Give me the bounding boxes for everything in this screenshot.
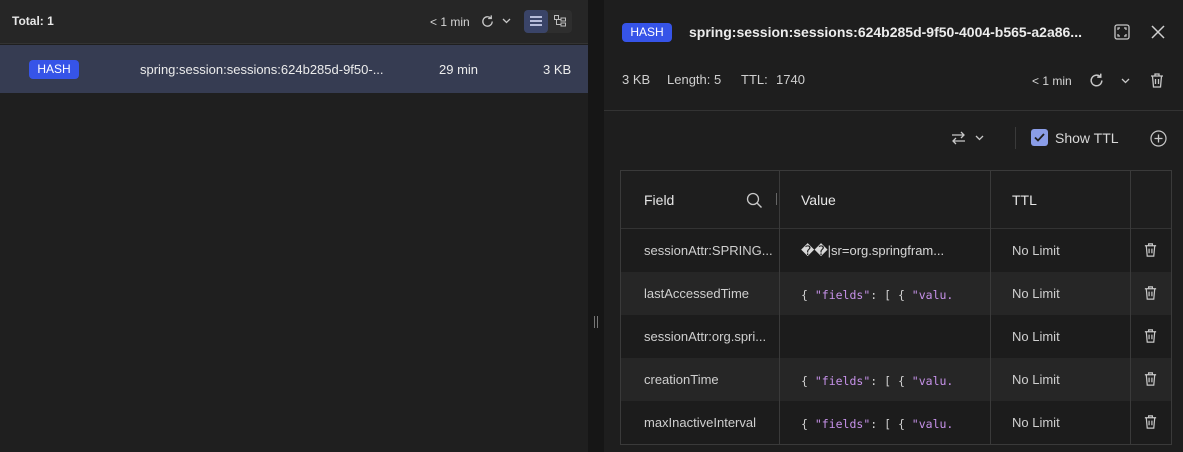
value-cell: { "fields": [ { "valu... — [801, 417, 951, 431]
format-chevron-down-icon[interactable] — [973, 134, 985, 142]
key-list-header: Total: 1 < 1 min — [0, 0, 588, 44]
tree-view-button[interactable] — [548, 10, 572, 33]
details-refresh-icon[interactable] — [1086, 70, 1106, 90]
view-mode-toggle — [524, 10, 572, 33]
details-size: 3 KB — [622, 72, 651, 87]
check-icon — [1034, 133, 1045, 142]
table-header: Field Value TTL — [621, 171, 1171, 229]
details-last-refresh-time: < 1 min — [1032, 74, 1072, 88]
fullscreen-icon[interactable] — [1113, 23, 1131, 41]
value-cell: { "fields": [ { "valu... — [801, 374, 951, 388]
ttl-cell: No Limit — [1012, 329, 1060, 344]
field-name-cell: maxInactiveInterval — [644, 415, 756, 430]
table-row[interactable]: maxInactiveInterval { "fields": [ { "val… — [621, 401, 1171, 444]
table-row[interactable]: sessionAttr:SPRING... ��|sr=org.springfr… — [621, 229, 1171, 272]
details-ttl-label: TTL: — [741, 72, 768, 87]
total-count: Total: 1 — [12, 14, 54, 28]
table-row[interactable]: lastAccessedTime { "fields": [ { "valu..… — [621, 272, 1171, 315]
details-chevron-down-icon[interactable] — [1119, 76, 1131, 86]
key-list-panel: Total: 1 < 1 min HASH spring:session:ses… — [0, 0, 588, 452]
panel-resize-handle[interactable] — [588, 0, 604, 452]
ttl-cell: No Limit — [1012, 286, 1060, 301]
key-type-badge: HASH — [29, 60, 79, 79]
delete-key-icon[interactable] — [1148, 70, 1166, 90]
delete-field-icon[interactable] — [1141, 241, 1159, 259]
list-view-button[interactable] — [524, 10, 548, 33]
value-cell: ��|sr=org.springfram... — [801, 243, 945, 258]
key-name: spring:session:sessions:624b285d-9f50-..… — [140, 62, 384, 77]
field-name-cell: creationTime — [644, 372, 719, 387]
field-name-cell: sessionAttr:org.spri... — [644, 329, 767, 344]
format-swap-icon[interactable] — [948, 128, 968, 148]
details-key-name[interactable]: spring:session:sessions:624b285d-9f50-40… — [689, 24, 1094, 40]
key-list-row[interactable]: HASH spring:session:sessions:624b285d-9f… — [0, 45, 588, 93]
table-row[interactable]: creationTime { "fields": [ { "valu... No… — [621, 358, 1171, 401]
field-name-cell: lastAccessedTime — [644, 286, 749, 301]
delete-field-icon[interactable] — [1141, 284, 1159, 302]
delete-field-icon[interactable] — [1141, 327, 1159, 345]
tree-icon — [554, 15, 566, 27]
toolbar-separator — [1015, 127, 1016, 149]
show-ttl-label[interactable]: Show TTL — [1055, 130, 1119, 146]
column-header-ttl: TTL — [1012, 192, 1037, 208]
chevron-down-icon[interactable] — [500, 14, 512, 28]
column-divider — [990, 171, 991, 444]
add-field-icon[interactable] — [1148, 128, 1168, 148]
delete-field-icon[interactable] — [1141, 370, 1159, 388]
column-header-field: Field — [644, 192, 675, 208]
refresh-icon[interactable] — [478, 12, 496, 30]
drag-grip-icon[interactable] — [594, 316, 598, 328]
field-name-cell: sessionAttr:SPRING... — [644, 243, 773, 258]
last-refresh-time: < 1 min — [430, 15, 470, 29]
close-icon[interactable] — [1149, 23, 1167, 41]
ttl-cell: No Limit — [1012, 372, 1060, 387]
details-type-badge: HASH — [622, 23, 672, 42]
divider — [604, 110, 1183, 111]
key-size: 3 KB — [543, 62, 572, 77]
key-ttl: 29 min — [439, 62, 479, 77]
details-ttl-value[interactable]: 1740 — [776, 72, 805, 87]
column-divider — [779, 171, 780, 444]
list-icon — [530, 16, 542, 26]
delete-field-icon[interactable] — [1141, 413, 1159, 431]
ttl-cell: No Limit — [1012, 415, 1060, 430]
show-ttl-checkbox[interactable] — [1031, 129, 1048, 146]
column-header-value: Value — [801, 192, 836, 208]
search-icon[interactable] — [744, 190, 764, 210]
table-row[interactable]: sessionAttr:org.spri... No Limit — [621, 315, 1171, 358]
details-length: Length: 5 — [667, 72, 722, 87]
value-cell: { "fields": [ { "valu... — [801, 288, 951, 302]
ttl-cell: No Limit — [1012, 243, 1060, 258]
hash-fields-table: Field Value TTL sessionAttr:SPRING... ��… — [620, 170, 1172, 445]
column-divider — [1130, 171, 1131, 444]
